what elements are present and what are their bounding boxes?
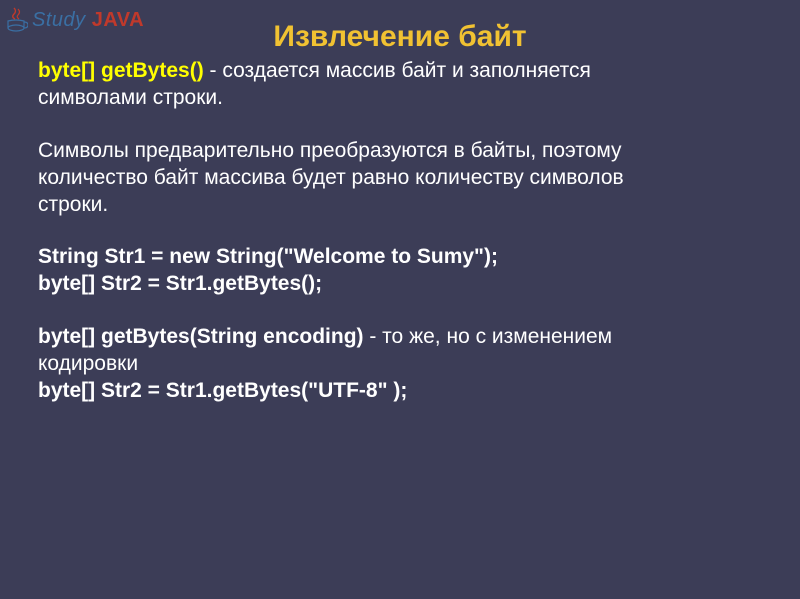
sig2: byte[] getBytes(String encoding) xyxy=(38,325,364,348)
sig-name: getBytes xyxy=(101,59,190,82)
signature2-line2: кодировки xyxy=(38,351,762,378)
slide-content: byte[] getBytes() - создается массив бай… xyxy=(38,58,762,405)
sig-desc1: - создается массив байт и заполняется xyxy=(204,59,591,82)
signature-line-1: byte[] getBytes() - создается массив бай… xyxy=(38,58,762,85)
para2-line3: строки. xyxy=(38,192,762,219)
sig2-desc: - то же, но с изменением xyxy=(364,325,613,348)
sig-paren: () xyxy=(190,59,204,82)
code1-line1: String Str1 = new String("Welcome to Sum… xyxy=(38,244,762,271)
signature-line-2: символами строки. xyxy=(38,85,762,112)
para2-line1: Символы предварительно преобразуются в б… xyxy=(38,138,762,165)
slide-title: Извлечение байт xyxy=(0,20,800,54)
spacer xyxy=(38,298,762,324)
code1-line2: byte[] Str2 = Str1.getBytes(); xyxy=(38,271,762,298)
slide: Study JAVA Извлечение байт byte[] getByt… xyxy=(0,0,800,599)
spacer xyxy=(38,218,762,244)
code2-line1: byte[] Str2 = Str1.getBytes("UTF-8" ); xyxy=(38,378,762,405)
sig-type: byte[] xyxy=(38,59,101,82)
spacer xyxy=(38,112,762,138)
para2-line2: количество байт массива будет равно коли… xyxy=(38,165,762,192)
signature2-line1: byte[] getBytes(String encoding) - то же… xyxy=(38,324,762,351)
